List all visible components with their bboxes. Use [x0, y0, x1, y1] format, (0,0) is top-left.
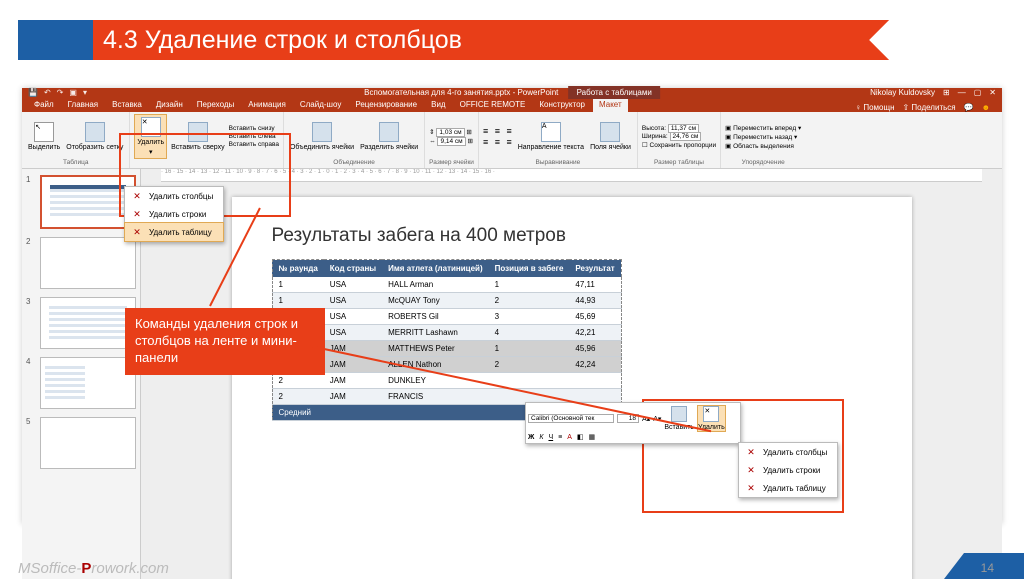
thumb-4[interactable]: 4	[26, 357, 136, 409]
current-slide[interactable]: Результаты забега на 400 метров № раунда…	[232, 197, 912, 579]
tell-me[interactable]: ♀ Помощн	[855, 103, 894, 112]
start-icon[interactable]: ▣	[69, 88, 77, 97]
tab-transitions[interactable]: Переходы	[191, 97, 241, 112]
delete-rows-item[interactable]: ✕Удалить строки	[125, 205, 223, 223]
mini-fill-icon[interactable]: ◧	[577, 433, 584, 441]
tab-insert[interactable]: Вставка	[106, 97, 148, 112]
mini-underline-icon[interactable]: Ч	[548, 434, 553, 441]
tab-file[interactable]: Файл	[28, 97, 60, 112]
delete-row-icon: ✕	[131, 208, 143, 220]
lock-aspect-checkbox[interactable]: ☐ Сохранить пропорции	[642, 141, 716, 149]
tab-layout[interactable]: Макет	[593, 97, 628, 112]
thumb-5[interactable]: 5	[26, 417, 136, 469]
undo-icon[interactable]: ↶	[44, 88, 51, 97]
cell-margins-button[interactable]: Поля ячейки	[588, 120, 633, 153]
merge-cells-button[interactable]: Объединить ячейки	[288, 120, 356, 153]
quick-access[interactable]: 💾 ↶ ↷ ▣ ▾	[28, 88, 87, 97]
header-bar: 4.3 Удаление строк и столбцов	[93, 20, 984, 60]
group-merge: Объединить ячейки Разделить ячейки Объед…	[284, 112, 425, 168]
mini-border-icon[interactable]: ▦	[589, 433, 596, 441]
select-button[interactable]: ↖Выделить	[26, 120, 62, 153]
mini-align-icon[interactable]: ≡	[558, 434, 562, 441]
table-row: 1USAHALL Arman147,11	[272, 277, 621, 293]
mini-toolbar[interactable]: Calibri (Основной тек 18 A▴ A▾ Вставить …	[525, 402, 741, 444]
group-table-size: Высота: 11,37 см Ширина: 24,76 см ☐ Сохр…	[638, 112, 721, 168]
mini-fontcolor-icon[interactable]: A	[567, 434, 572, 441]
align-top-row[interactable]: ≡ ≡ ≡	[483, 126, 514, 136]
ribbon-opts-icon[interactable]: ⊞	[943, 88, 950, 97]
mini-delete-columns-item[interactable]: ✕Удалить столбцы	[739, 443, 837, 461]
tab-review[interactable]: Рецензирование	[349, 97, 423, 112]
smiley-icon[interactable]: ☻	[982, 103, 990, 112]
delete-col-icon: ✕	[131, 190, 143, 202]
callout-box: Команды удаления строк и столбцов на лен…	[125, 308, 325, 375]
contextual-tab-label: Работа с таблицами	[569, 86, 660, 99]
tab-officeremote[interactable]: OFFICE REMOTE	[454, 97, 532, 112]
footer-logo: MSoffice-Prowork.com	[18, 560, 169, 577]
delete-table-icon: ✕	[131, 226, 143, 238]
slide-title: 4.3 Удаление строк и столбцов	[93, 26, 462, 55]
close-button[interactable]: ✕	[989, 88, 996, 97]
save-icon[interactable]: 💾	[28, 88, 38, 97]
align-mid-row[interactable]: ≡ ≡ ≡	[483, 137, 514, 147]
mini-italic-icon[interactable]: К	[539, 434, 543, 441]
bring-forward[interactable]: ▣ Переместить вперед ▾	[725, 124, 801, 132]
ribbon-tabs: Файл Главная Вставка Дизайн Переходы Ани…	[22, 97, 1002, 112]
thumb-2[interactable]: 2	[26, 237, 136, 289]
group-cell-size: ⇕ 1,03 см ⊞ ⇔ 9,14 см ⊞ Размер ячейки	[425, 112, 479, 168]
tab-slideshow[interactable]: Слайд-шоу	[294, 97, 347, 112]
slide-content-title[interactable]: Результаты забега на 400 метров	[272, 225, 892, 247]
delete-dropdown-mini[interactable]: ✕Удалить столбцы ✕Удалить строки ✕Удалит…	[738, 442, 838, 498]
table-header-row: № раунда Код страны Имя атлета (латинице…	[272, 260, 621, 278]
titlebar: 💾 ↶ ↷ ▣ ▾ Вспомогательная для 4-го занят…	[22, 88, 1002, 97]
mini-font-input[interactable]: Calibri (Основной тек	[528, 414, 614, 423]
tab-home[interactable]: Главная	[62, 97, 104, 112]
table-row: 1USAMcQUAY Tony244,93	[272, 293, 621, 309]
mini-delete-rows-item[interactable]: ✕Удалить строки	[739, 461, 837, 479]
window-controls: Nikolay Kuldovsky ⊞ — ▢ ✕	[870, 88, 996, 97]
header-accent	[18, 20, 93, 60]
thumb-3[interactable]: 3	[26, 297, 136, 349]
tab-view[interactable]: Вид	[425, 97, 451, 112]
mini-delete-table-item[interactable]: ✕Удалить таблицу	[739, 479, 837, 497]
text-direction-button[interactable]: AНаправление текста	[516, 120, 586, 153]
tab-constructor[interactable]: Конструктор	[533, 97, 591, 112]
selection-pane[interactable]: ▣ Область выделения	[725, 142, 801, 150]
split-cells-button[interactable]: Разделить ячейки	[358, 120, 420, 153]
group-alignment: ≡ ≡ ≡ ≡ ≡ ≡ AНаправление текста Поля яче…	[479, 112, 638, 168]
table-width-input[interactable]: 24,76 см	[670, 132, 702, 141]
delete-table-item[interactable]: ✕Удалить таблицу	[124, 222, 224, 242]
group-table: ↖Выделить Отобразить сетку Таблица	[22, 112, 130, 168]
comments-icon[interactable]: 💬	[964, 103, 974, 112]
row-height-input[interactable]: 1,03 см	[436, 128, 464, 137]
delete-dropdown-ribbon[interactable]: ✕Удалить столбцы ✕Удалить строки ✕Удалит…	[124, 186, 224, 242]
insert-below[interactable]: Вставить снизу	[229, 125, 279, 132]
share-button[interactable]: ⇧ Поделиться	[903, 103, 956, 112]
minimize-button[interactable]: —	[958, 88, 966, 97]
view-gridlines-button[interactable]: Отобразить сетку	[64, 120, 125, 153]
send-backward[interactable]: ▣ Переместить назад ▾	[725, 133, 801, 141]
window-title: Вспомогательная для 4-го занятия.pptx - …	[364, 88, 660, 97]
group-arrange: ▣ Переместить вперед ▾ ▣ Переместить наз…	[721, 112, 805, 168]
qat-more-icon[interactable]: ▾	[83, 88, 87, 97]
tab-animation[interactable]: Анимация	[242, 97, 292, 112]
mini-bold-icon[interactable]: Ж	[528, 434, 534, 441]
redo-icon[interactable]: ↷	[57, 88, 64, 97]
tab-design[interactable]: Дизайн	[150, 97, 189, 112]
slide-header: 4.3 Удаление строк и столбцов	[18, 20, 984, 60]
maximize-button[interactable]: ▢	[974, 88, 982, 97]
callout-text: Команды удаления строк и столбцов на лен…	[135, 316, 298, 365]
share-area: ♀ Помощн ⇧ Поделиться 💬 ☻	[849, 103, 996, 112]
col-width-input[interactable]: 9,14 см	[437, 137, 465, 146]
delete-columns-item[interactable]: ✕Удалить столбцы	[125, 187, 223, 205]
page-number: 14	[981, 561, 994, 575]
user-name: Nikolay Kuldovsky	[870, 88, 935, 97]
